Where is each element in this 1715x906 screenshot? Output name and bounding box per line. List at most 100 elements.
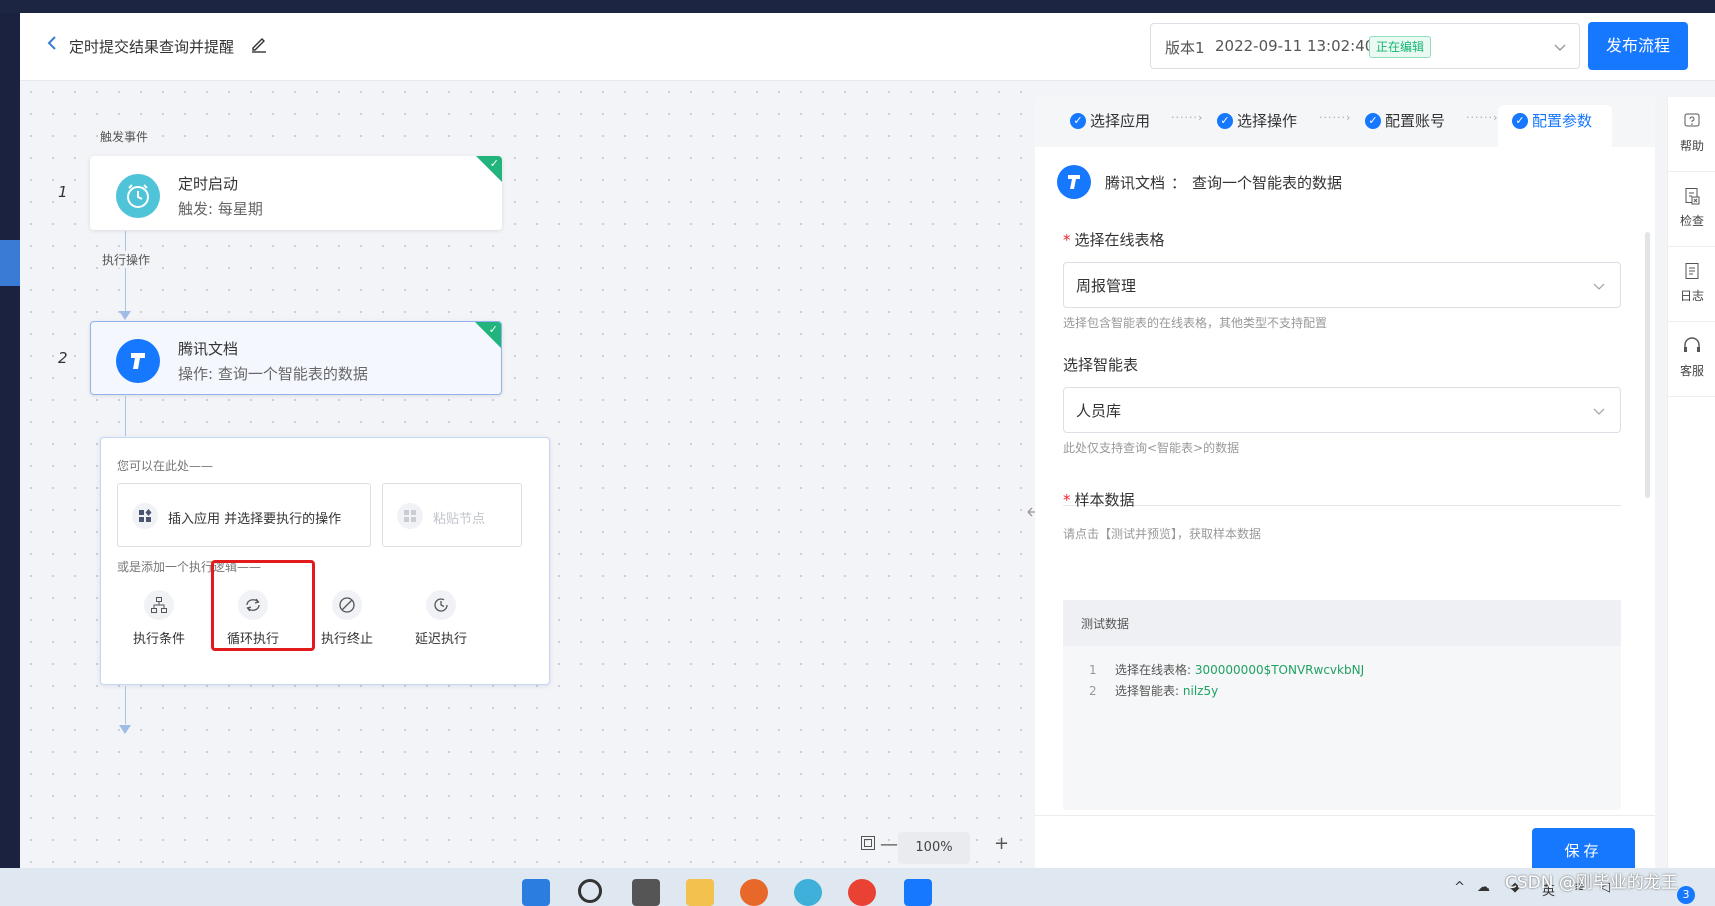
tray-chevron-up-icon[interactable]: ^ (1454, 880, 1465, 895)
step-arrow-icon: ······› (1319, 111, 1352, 124)
check-circle-icon: ✓ (1512, 112, 1528, 129)
sample-line: 2 选择智能表: nilz5y (1089, 684, 1219, 698)
step-config-account[interactable]: ✓ 配置账号 (1365, 110, 1445, 131)
file-explorer-icon[interactable] (686, 879, 714, 906)
tencent-docs-taskbar-icon[interactable] (904, 879, 932, 906)
version-select[interactable]: 版本1 2022-09-11 13:02:40 正在编辑 (1150, 23, 1580, 69)
back-chevron-icon[interactable] (46, 35, 58, 55)
inspect-button[interactable]: 检查 (1668, 172, 1715, 247)
action-node-card[interactable]: 腾讯文档 操作: 查询一个智能表的数据 ✓ (90, 321, 502, 395)
trigger-node-card[interactable]: 定时启动 触发: 每星期 ✓ (90, 156, 502, 230)
node-subtitle: 触发: 每星期 (178, 200, 263, 218)
fit-screen-icon[interactable] (860, 835, 876, 856)
sample-data-box: 测试数据 1 选择在线表格: 300000000$TONVRwcvkbNJ 2 选择… (1063, 600, 1621, 810)
branch-icon (144, 590, 174, 620)
edit-pencil-icon[interactable] (250, 35, 268, 57)
check-icon: ✓ (488, 323, 498, 336)
version-date: 2022-09-11 13:02:40 (1215, 37, 1375, 55)
zoom-controls: — 100% + (861, 832, 1024, 864)
step-label: 配置参数 (1532, 112, 1593, 130)
paste-node-button[interactable]: 粘贴节点 (382, 483, 522, 547)
trigger-section-label: 触发事件 (100, 130, 149, 144)
check-doc-icon (1682, 186, 1702, 206)
apps-grid-icon (397, 503, 423, 529)
sample-data-header: 测试数据 (1063, 600, 1621, 646)
search-icon[interactable] (578, 879, 602, 903)
version-status-badge: 正在编辑 (1369, 36, 1432, 58)
table-hint: 此处仅支持查询<智能表>的数据 (1063, 441, 1240, 455)
logic-delay-button[interactable]: 延迟执行 (401, 590, 481, 658)
logic-stop-button[interactable]: 执行终止 (307, 590, 387, 658)
sheet-field-label: * 选择在线表格 (1063, 231, 1165, 249)
os-taskbar: ^ ☁ ◆ 英 ≋ ◁ 3 CSDN @刚毕业的龙王 (0, 868, 1715, 906)
sheet-hint: 选择包含智能表的在线表格，其他类型不支持配置 (1063, 316, 1328, 330)
sheet-select-value: 周报管理 (1076, 277, 1137, 295)
delay-clock-icon (426, 590, 456, 620)
publish-flow-button[interactable]: 发布流程 (1588, 22, 1688, 70)
check-circle-icon: ✓ (1365, 112, 1381, 129)
sheet-select[interactable]: 周报管理 (1063, 262, 1621, 308)
step-label: 配置账号 (1385, 112, 1446, 130)
log-button[interactable]: 日志 (1668, 247, 1715, 322)
toolbar-label: 客服 (1679, 364, 1704, 378)
table-select-value: 人员库 (1076, 402, 1122, 420)
stop-icon (332, 590, 362, 620)
add-hint-text: 您可以在此处—— (117, 459, 214, 473)
node-title: 定时启动 (178, 175, 239, 193)
step-label: 选择应用 (1090, 112, 1151, 130)
connector-line (125, 686, 126, 724)
step-label: 选择操作 (1237, 112, 1298, 130)
chrome-icon[interactable] (848, 879, 876, 906)
left-app-strip (0, 13, 20, 868)
logic-condition-button[interactable]: 执行条件 (119, 590, 199, 658)
apps-grid-icon (132, 503, 158, 529)
app-separator: ： (1171, 173, 1187, 192)
zoom-out-button[interactable]: — (880, 834, 898, 855)
toolbar-label: 检查 (1679, 214, 1704, 228)
panel-footer: 保存 (1035, 815, 1655, 874)
zoom-level: 100% (898, 832, 970, 864)
flow-title: 定时提交结果查询并提醒 (69, 38, 235, 56)
insert-app-label: 插入应用 并选择要执行的操作 (168, 512, 342, 527)
support-button[interactable]: 客服 (1668, 322, 1715, 397)
headset-icon (1682, 336, 1702, 356)
paste-node-label: 粘贴节点 (433, 512, 486, 527)
app-name: 腾讯文档 (1105, 173, 1166, 192)
chevron-down-icon (1553, 38, 1567, 57)
connector-arrow-icon (119, 725, 131, 734)
app-action-header: 腾讯文档 ： 查询一个智能表的数据 (1057, 165, 1342, 199)
node-index: 1 (58, 183, 68, 201)
watermark-text: CSDN @刚毕业的龙王 (1505, 873, 1678, 893)
flow-editor-app: 定时提交结果查询并提醒 版本1 2022-09-11 13:02:40 正在编辑… (20, 13, 1715, 874)
node-subtitle: 操作: 查询一个智能表的数据 (178, 365, 368, 383)
connector-line (125, 396, 126, 436)
table-field-label: 选择智能表 (1063, 356, 1139, 374)
check-circle-icon: ✓ (1217, 112, 1233, 129)
search-app-icon[interactable] (794, 879, 822, 906)
cloud-icon: ☁ (1477, 880, 1490, 895)
help-button[interactable]: 帮助 (1668, 97, 1715, 172)
step-select-app[interactable]: ✓ 选择应用 (1070, 110, 1150, 131)
left-active-indicator (0, 240, 20, 286)
window-top-band (0, 0, 1715, 13)
firefox-icon[interactable] (740, 879, 768, 906)
table-select[interactable]: 人员库 (1063, 387, 1621, 433)
step-config-params[interactable]: ✓ 配置参数 (1512, 110, 1592, 131)
windows-start-icon[interactable] (522, 879, 550, 906)
sample-hint: 请点击【测试并预览】，获取样本数据 (1063, 527, 1262, 541)
insert-app-button[interactable]: 插入应用 并选择要执行的操作 (117, 483, 371, 547)
zoom-in-button[interactable]: + (994, 833, 1009, 854)
flow-canvas[interactable]: 触发事件 1 定时启动 触发: 每星期 ✓ 执行操作 2 腾讯文档 操作: 查询… (20, 81, 1028, 868)
logic-label: 执行终止 (320, 632, 373, 647)
step-select-action[interactable]: ✓ 选择操作 (1217, 110, 1297, 131)
action-section-label: 执行操作 (102, 251, 151, 268)
step-arrow-icon: ······› (1466, 111, 1499, 124)
app-action: 查询一个智能表的数据 (1192, 173, 1343, 192)
task-view-icon[interactable] (632, 879, 660, 906)
panel-scrollbar[interactable] (1645, 232, 1650, 498)
node-index: 2 (58, 349, 68, 367)
chevron-down-icon (1592, 277, 1606, 296)
alarm-clock-icon (116, 174, 160, 218)
check-icon: ✓ (489, 157, 499, 170)
notification-badge[interactable]: 3 (1677, 886, 1695, 904)
